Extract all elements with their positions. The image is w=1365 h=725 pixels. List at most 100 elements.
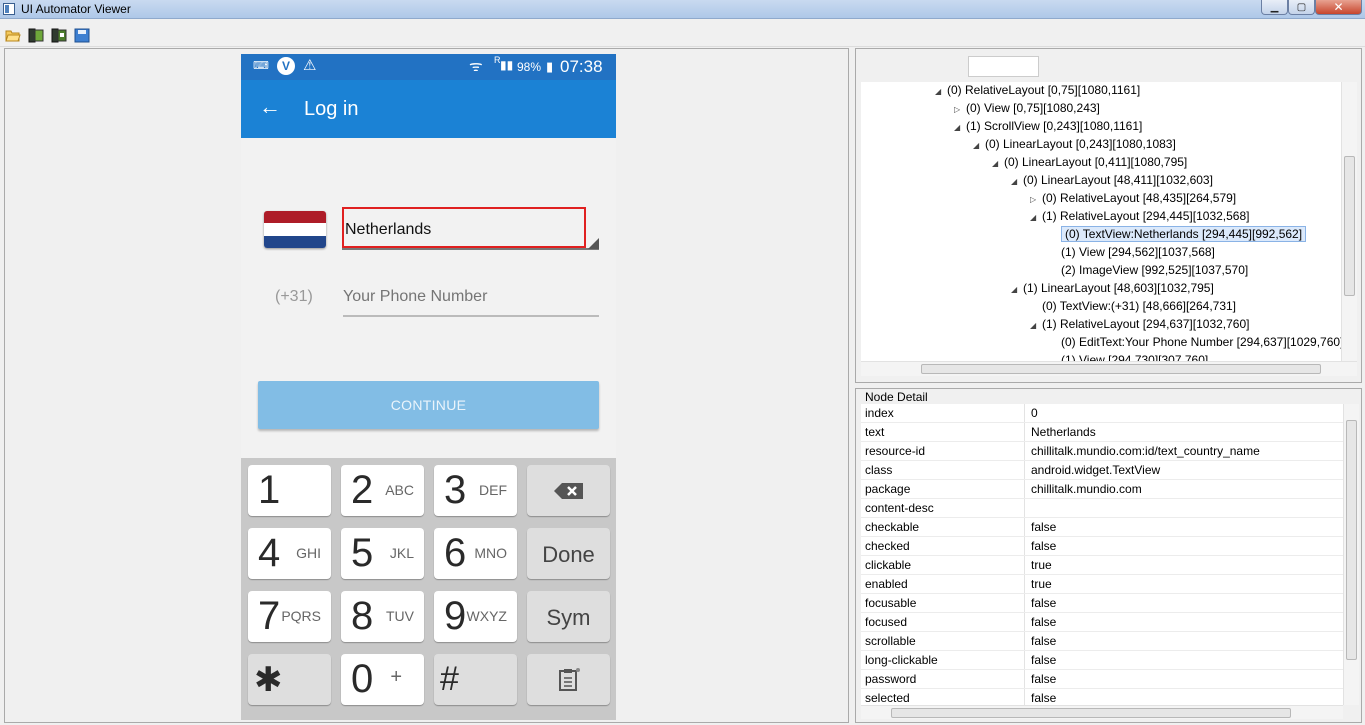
- detail-row[interactable]: clickable true: [861, 556, 1343, 575]
- tree-horizontal-scrollbar[interactable]: [861, 361, 1357, 376]
- tree-node[interactable]: (1) View [294,730][307,760]: [1049, 353, 1208, 361]
- key-13[interactable]: 0 +: [341, 654, 424, 705]
- phone-number-input[interactable]: [343, 288, 599, 306]
- detail-row[interactable]: password false: [861, 670, 1343, 689]
- hierarchy-search-box[interactable]: [968, 56, 1039, 77]
- save-icon[interactable]: [74, 28, 90, 43]
- detail-value: false: [1031, 596, 1057, 610]
- key-14[interactable]: #: [434, 654, 517, 705]
- tree-node-label: (0) TextView:(+31) [48,666][264,731]: [1042, 299, 1237, 313]
- detail-value: 0: [1031, 406, 1038, 420]
- key-7[interactable]: Done: [527, 528, 610, 579]
- tree-node[interactable]: ◢ (0) RelativeLayout [0,75][1080,1161]: [935, 83, 1140, 101]
- tree-node[interactable]: (1) View [294,562][1037,568]: [1049, 245, 1215, 263]
- country-underline: [342, 248, 599, 250]
- app-icon: [3, 3, 15, 15]
- tree-node[interactable]: ◢ (0) LinearLayout [0,243][1080,1083]: [973, 137, 1176, 155]
- expand-arrow-icon[interactable]: ▷: [954, 105, 966, 114]
- key-1[interactable]: 2 ABC: [341, 465, 424, 516]
- hierarchy-tree[interactable]: ◢ (0) RelativeLayout [0,75][1080,1161] ▷ (0…: [861, 82, 1357, 361]
- detail-row[interactable]: checkable false: [861, 518, 1343, 537]
- detail-vertical-scrollbar[interactable]: [1343, 404, 1359, 705]
- detail-row[interactable]: package chillitalk.mundio.com: [861, 480, 1343, 499]
- back-arrow-icon[interactable]: ←: [259, 94, 281, 120]
- detail-row[interactable]: class android.widget.TextView: [861, 461, 1343, 480]
- collapse-arrow-icon[interactable]: ◢: [1011, 285, 1023, 294]
- tree-node[interactable]: ◢ (1) RelativeLayout [294,637][1032,760]: [1030, 317, 1249, 335]
- detail-value: true: [1031, 558, 1052, 572]
- netherlands-flag-icon[interactable]: [264, 211, 326, 248]
- detail-row[interactable]: checked false: [861, 537, 1343, 556]
- collapse-arrow-icon[interactable]: ◢: [954, 123, 966, 132]
- tree-node[interactable]: (0) TextView:(+31) [48,666][264,731]: [1030, 299, 1236, 317]
- key-15[interactable]: [527, 654, 610, 705]
- key-12[interactable]: ✱: [248, 654, 331, 705]
- key-6[interactable]: 6 MNO: [434, 528, 517, 579]
- tree-node[interactable]: ◢ (0) LinearLayout [48,411][1032,603]: [1011, 173, 1213, 191]
- detail-row[interactable]: index 0: [861, 404, 1343, 423]
- close-button[interactable]: ✕: [1315, 0, 1362, 15]
- detail-row[interactable]: focusable false: [861, 594, 1343, 613]
- warning-icon: ⚠: [303, 57, 317, 74]
- continue-button[interactable]: CONTINUE: [258, 381, 599, 429]
- detail-row[interactable]: content-desc: [861, 499, 1343, 518]
- tree-node[interactable]: ◢ (1) LinearLayout [48,603][1032,795]: [1011, 281, 1214, 299]
- device-screenshot-compressed-icon[interactable]: [51, 28, 67, 43]
- detail-row[interactable]: focused false: [861, 613, 1343, 632]
- detail-value: chillitalk.mundio.com: [1031, 482, 1142, 496]
- key-0[interactable]: 1: [248, 465, 331, 516]
- detail-value: chillitalk.mundio.com:id/text_country_na…: [1031, 444, 1260, 458]
- detail-vscroll-thumb[interactable]: [1346, 420, 1357, 660]
- collapse-arrow-icon[interactable]: ◢: [992, 159, 1004, 168]
- collapse-arrow-icon[interactable]: ◢: [973, 141, 985, 150]
- flag-stripe-white: [264, 223, 326, 236]
- detail-row[interactable]: text Netherlands: [861, 423, 1343, 442]
- key-2[interactable]: 3 DEF: [434, 465, 517, 516]
- tree-node[interactable]: (0) TextView:Netherlands [294,445][992,5…: [1049, 226, 1307, 245]
- key-letters: DEF: [479, 482, 507, 498]
- minimize-button[interactable]: ▁: [1261, 0, 1288, 15]
- collapse-arrow-icon[interactable]: ◢: [1011, 177, 1023, 186]
- collapse-arrow-icon[interactable]: ◢: [1030, 213, 1042, 222]
- detail-horizontal-scrollbar[interactable]: [861, 705, 1343, 719]
- key-11[interactable]: Sym: [527, 591, 610, 642]
- tree-node[interactable]: ◢ (0) LinearLayout [0,411][1080,795]: [992, 155, 1187, 173]
- device-screenshot[interactable]: ⌨ V ⚠ ᯤ R ▮▮ 98% ▮ 07:38 ← Log in Nether…: [241, 54, 616, 720]
- key-digit: 2: [351, 468, 374, 512]
- key-3[interactable]: [527, 465, 610, 516]
- key-4[interactable]: 4 GHI: [248, 528, 331, 579]
- key-10[interactable]: 9 WXYZ: [434, 591, 517, 642]
- tree-node[interactable]: (2) ImageView [992,525][1037,570]: [1049, 263, 1248, 281]
- detail-value: android.widget.TextView: [1031, 463, 1161, 477]
- detail-row[interactable]: scrollable false: [861, 632, 1343, 651]
- tree-node[interactable]: ▷ (0) RelativeLayout [48,435][264,579]: [1030, 191, 1236, 209]
- open-folder-icon[interactable]: [5, 28, 21, 43]
- detail-row[interactable]: resource-id chillitalk.mundio.com:id/text…: [861, 442, 1343, 461]
- tree-vscroll-thumb[interactable]: [1344, 156, 1355, 296]
- key-8[interactable]: 7 PQRS: [248, 591, 331, 642]
- detail-row[interactable]: long-clickable false: [861, 651, 1343, 670]
- tree-vertical-scrollbar[interactable]: [1341, 82, 1357, 361]
- tree-node[interactable]: ◢ (1) ScrollView [0,243][1080,1161]: [954, 119, 1142, 137]
- collapse-arrow-icon[interactable]: ◢: [1030, 321, 1042, 330]
- detail-value: false: [1031, 634, 1057, 648]
- tree-node[interactable]: ◢ (1) RelativeLayout [294,445][1032,568]: [1030, 209, 1249, 227]
- dropdown-corner-icon[interactable]: [588, 238, 599, 249]
- key-letters: MNO: [474, 545, 507, 561]
- collapse-arrow-icon[interactable]: ◢: [935, 87, 947, 96]
- tree-hscroll-thumb[interactable]: [921, 364, 1321, 374]
- tree-node[interactable]: ▷ (0) View [0,75][1080,243]: [954, 101, 1100, 119]
- key-9[interactable]: 8 TUV: [341, 591, 424, 642]
- key-5[interactable]: 5 JKL: [341, 528, 424, 579]
- device-screenshot-icon[interactable]: [28, 28, 44, 43]
- window-title: UI Automator Viewer: [21, 2, 131, 16]
- country-selector[interactable]: Netherlands: [342, 207, 586, 248]
- detail-row[interactable]: selected false: [861, 689, 1343, 705]
- detail-row[interactable]: enabled true: [861, 575, 1343, 594]
- maximize-button[interactable]: ▢: [1288, 0, 1315, 15]
- detail-hscroll-thumb[interactable]: [891, 708, 1291, 718]
- tree-node[interactable]: (0) EditText:Your Phone Number [294,637]…: [1049, 335, 1343, 353]
- expand-arrow-icon[interactable]: ▷: [1030, 195, 1042, 204]
- node-detail-table[interactable]: index 0 text Netherlands resource-id chillita…: [861, 404, 1343, 705]
- signal-icon: ▮▮: [500, 58, 514, 72]
